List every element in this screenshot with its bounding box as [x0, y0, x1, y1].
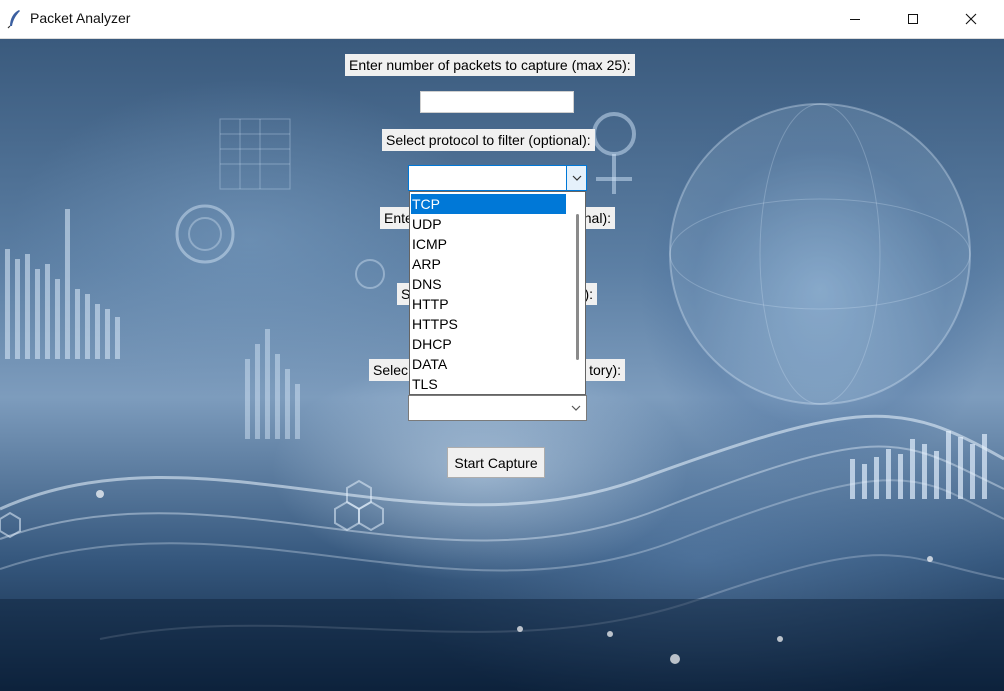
protocol-option[interactable]: DHCP: [411, 334, 566, 354]
protocol-option[interactable]: DNS: [411, 274, 566, 294]
directory-label-left: Selec: [373, 362, 409, 378]
close-button[interactable]: [942, 0, 1000, 38]
packet-count-label: Enter number of packets to capture (max …: [345, 54, 635, 76]
packet-count-input[interactable]: [420, 91, 574, 113]
minimize-icon: [850, 19, 860, 20]
ip-filter-label-right: nal):: [583, 210, 611, 226]
chevron-down-icon[interactable]: [566, 166, 586, 190]
maximize-button[interactable]: [884, 0, 942, 38]
protocol-option[interactable]: TCP: [411, 194, 566, 214]
scrollbar-thumb[interactable]: [576, 214, 579, 360]
protocol-label: Select protocol to filter (optional):: [382, 129, 595, 151]
protocol-combobox[interactable]: [408, 165, 587, 191]
secondary-combobox[interactable]: [408, 395, 587, 421]
window-title: Packet Analyzer: [30, 10, 131, 26]
maximize-icon: [908, 14, 918, 24]
title-bar: Packet Analyzer: [0, 0, 1004, 39]
protocol-dropdown-list[interactable]: TCP UDP ICMP ARP DNS HTTP HTTPS DHCP DAT…: [409, 191, 586, 395]
protocol-option[interactable]: TLS: [411, 374, 566, 394]
protocol-option[interactable]: ICMP: [411, 234, 566, 254]
chevron-down-icon[interactable]: [566, 396, 586, 420]
protocol-option[interactable]: HTTPS: [411, 314, 566, 334]
protocol-option[interactable]: DATA: [411, 354, 566, 374]
protocol-option[interactable]: UDP: [411, 214, 566, 234]
close-icon: [965, 13, 977, 25]
start-capture-button[interactable]: Start Capture: [447, 447, 545, 478]
protocol-option[interactable]: HTTP: [411, 294, 566, 314]
directory-label-right: tory):: [589, 362, 621, 378]
feather-icon: [6, 9, 24, 29]
protocol-option[interactable]: ARP: [411, 254, 566, 274]
dropdown-scrollbar[interactable]: [572, 194, 584, 392]
minimize-button[interactable]: [826, 0, 884, 38]
